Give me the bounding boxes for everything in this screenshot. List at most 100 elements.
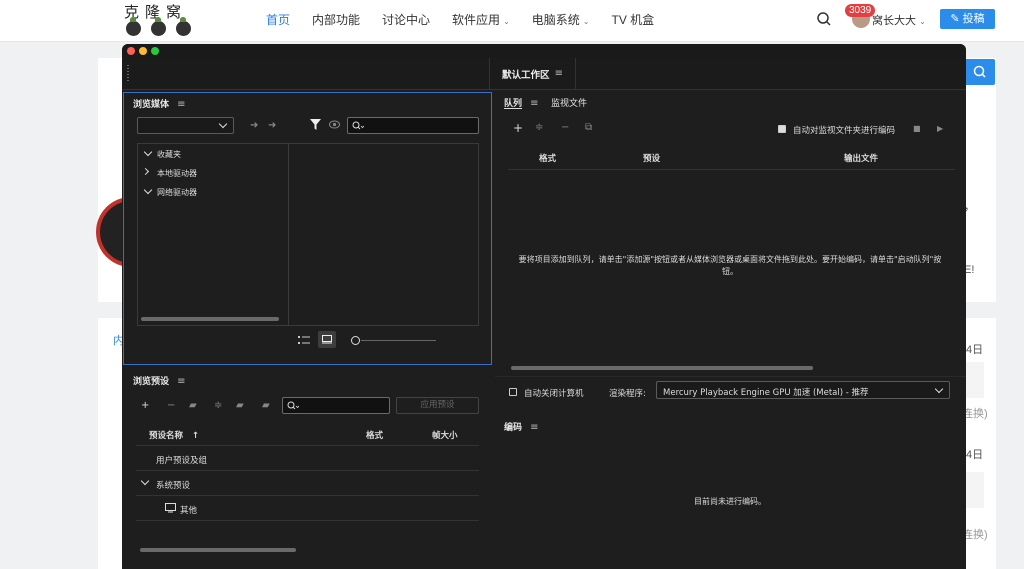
chevron-down-icon — [934, 384, 944, 394]
column-format[interactable]: 格式 — [539, 152, 556, 164]
menu-icon[interactable]: ≡ — [530, 98, 538, 109]
start-queue-icon[interactable]: ▶ — [937, 124, 943, 134]
media-encoder-window: 默认工作区 ≡ 浏览媒体 ≡ ➜ ➜ 收藏夹 本地驱动器 网络驱动器 浏览预设 … — [122, 44, 966, 569]
drag-grip-icon[interactable] — [127, 65, 129, 83]
auto-encode-checkbox[interactable] — [778, 125, 786, 133]
panel-title-text: 浏览媒体 — [133, 100, 170, 110]
bg-date: 4日 — [966, 344, 984, 356]
column-frame-size[interactable]: 帧大小 — [432, 429, 458, 441]
workspace-tab[interactable]: 默认工作区 ≡ — [489, 58, 576, 89]
renderer-dropdown[interactable]: Mercury Playback Engine GPU 加速 (Metal) -… — [656, 381, 950, 399]
zoom-slider-track[interactable] — [361, 340, 436, 341]
chevron-down-icon: ⌄ — [582, 17, 590, 26]
row-divider — [136, 470, 479, 471]
menu-icon[interactable]: ≡ — [177, 99, 185, 110]
add-source-icon[interactable]: + — [513, 122, 523, 134]
menu-icon[interactable]: ≡ — [555, 68, 563, 79]
logo-face-icon — [126, 17, 141, 36]
sort-ascending-icon: ↑ — [191, 431, 200, 441]
remove-item-icon[interactable]: − — [561, 123, 569, 133]
preset-browser-panel: 浏览预设 ≡ + − ▰ ≑ ▰ ▰ 应用预设 预设名称 ↑ 格式 帧大小 用户… — [123, 368, 492, 569]
username[interactable]: 窝长大大 ⌄ — [872, 12, 926, 28]
workspace-bar: 默认工作区 ≡ — [122, 58, 966, 90]
preset-settings-icon[interactable]: ≑ — [214, 401, 222, 411]
zoom-window-button[interactable] — [151, 47, 159, 55]
thumbnail-view-button[interactable] — [318, 331, 336, 348]
horizontal-scrollbar[interactable] — [141, 317, 279, 321]
renderer-label: 渲染程序: — [609, 389, 646, 399]
bg-block — [966, 362, 984, 398]
back-arrow-icon[interactable]: ➜ — [250, 121, 258, 131]
bg-block — [966, 472, 984, 508]
horizontal-scrollbar[interactable] — [140, 548, 296, 552]
nav-item-software[interactable]: 软件应用 ⌄ — [452, 11, 510, 28]
search-icon[interactable] — [816, 11, 832, 27]
column-format[interactable]: 格式 — [366, 429, 383, 441]
chevron-right-icon[interactable] — [141, 167, 150, 176]
zoom-slider-handle[interactable] — [351, 336, 360, 345]
row-divider — [136, 495, 479, 496]
column-label: 预设名称 — [149, 431, 184, 441]
window-titlebar[interactable] — [122, 44, 966, 58]
panel-title-text: 浏览预设 — [133, 377, 170, 387]
pane-divider[interactable] — [288, 144, 289, 325]
media-browser-panel: 浏览媒体 ≡ ➜ ➜ 收藏夹 本地驱动器 网络驱动器 — [123, 92, 492, 365]
horizontal-scrollbar[interactable] — [511, 366, 813, 370]
forward-arrow-icon[interactable]: ➜ — [268, 121, 276, 131]
thumbnail-icon — [322, 335, 332, 344]
panel-title: 浏览预设 ≡ — [133, 374, 186, 387]
site-logo[interactable]: 克隆窝 — [122, 1, 194, 39]
post-button[interactable]: ✎ 投稿 — [940, 9, 995, 29]
menu-icon[interactable]: ≡ — [530, 422, 538, 433]
row-divider — [495, 376, 966, 377]
column-output-file[interactable]: 输出文件 — [844, 152, 878, 164]
notification-badge[interactable]: 3039 — [845, 4, 876, 17]
chevron-down-icon[interactable] — [140, 476, 150, 486]
column-preset-name[interactable]: 预设名称 ↑ — [149, 429, 199, 441]
bg-date: 4日 — [966, 449, 984, 461]
preset-search-input[interactable] — [282, 397, 390, 414]
panel-title: 浏览媒体 ≡ — [133, 97, 186, 110]
tree-item-local-drives[interactable]: 本地驱动器 — [157, 168, 197, 179]
export-preset-icon[interactable]: ▰ — [262, 401, 270, 411]
menu-icon[interactable]: ≡ — [177, 376, 185, 387]
search-icon — [973, 65, 986, 78]
renderer-value: Mercury Playback Engine GPU 加速 (Metal) -… — [663, 388, 869, 398]
duplicate-icon[interactable]: ⧉ — [585, 123, 592, 133]
auto-shutdown-checkbox[interactable] — [509, 388, 517, 396]
chevron-down-icon[interactable] — [143, 185, 153, 195]
bg-search-button[interactable] — [965, 59, 995, 85]
chevron-down-icon[interactable] — [143, 147, 153, 157]
preset-row-other[interactable]: 其他 — [180, 504, 197, 516]
nav-item-home[interactable]: 首页 — [266, 11, 290, 28]
media-search-input[interactable] — [347, 117, 479, 134]
chevron-down-icon — [218, 119, 228, 129]
location-dropdown[interactable] — [137, 117, 234, 134]
row-divider — [136, 520, 479, 521]
nav-item-discussion[interactable]: 讨论中心 — [382, 11, 430, 28]
preset-row-system-presets[interactable]: 系统预设 — [156, 479, 190, 491]
tab-watch-folders[interactable]: 监视文件 — [551, 96, 587, 109]
nav-item-tv-box[interactable]: TV 机盒 — [611, 11, 654, 28]
search-icon — [352, 121, 364, 130]
nav-item-internal[interactable]: 内部功能 — [312, 11, 360, 28]
stop-queue-icon[interactable]: ■ — [913, 124, 921, 134]
row-divider — [136, 445, 479, 446]
close-window-button[interactable] — [127, 47, 135, 55]
minimize-window-button[interactable] — [139, 47, 147, 55]
eye-icon[interactable] — [329, 120, 340, 129]
nav-item-pc-system[interactable]: 电脑系统 ⌄ — [532, 11, 590, 28]
tree-item-favorites[interactable]: 收藏夹 — [157, 149, 181, 160]
remove-preset-icon[interactable]: − — [167, 401, 175, 411]
apply-preset-button[interactable]: 应用预设 — [396, 397, 479, 414]
queue-panel: 队列 ≡ 监视文件 + ≑ − ⧉ 自动对监视文件夹进行编码 ■ ▶ 格式 预设… — [495, 92, 966, 412]
list-view-icon[interactable] — [298, 335, 310, 345]
import-preset-icon[interactable]: ▰ — [236, 401, 244, 411]
preset-row-user-presets[interactable]: 用户预设及组 — [156, 454, 207, 466]
new-group-icon[interactable]: ▰ — [189, 401, 197, 411]
queue-settings-icon[interactable]: ≑ — [535, 123, 543, 133]
tree-item-network-drives[interactable]: 网络驱动器 — [157, 187, 197, 198]
column-preset[interactable]: 预设 — [643, 152, 660, 164]
filter-icon[interactable] — [310, 119, 321, 130]
add-preset-icon[interactable]: + — [141, 401, 149, 411]
